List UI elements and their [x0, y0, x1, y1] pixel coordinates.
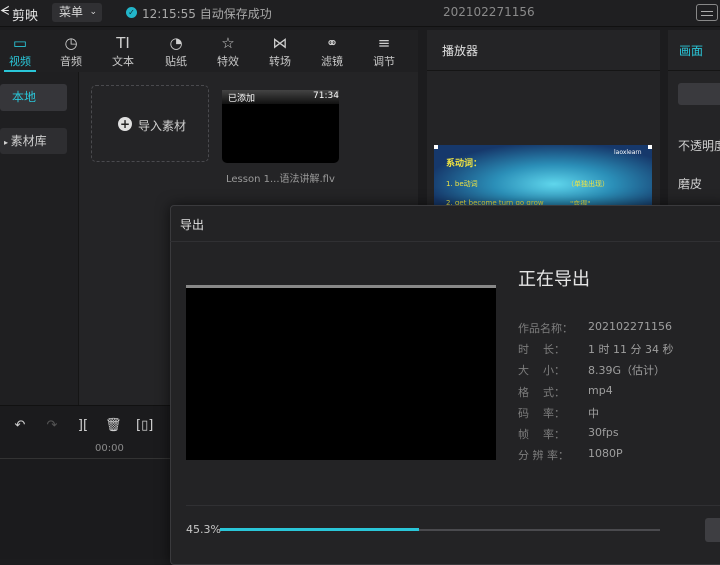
- clip-added-badge: 已添加: [228, 94, 256, 104]
- preview-line1: 1. be动词: [446, 180, 478, 188]
- preview-brand: laoxlearn: [614, 149, 642, 156]
- undo-icon[interactable]: ↶: [12, 418, 28, 434]
- effects-icon: ☆: [221, 34, 235, 52]
- tab-label: 滤镜: [321, 55, 343, 68]
- tab-text[interactable]: TI 文本: [103, 30, 143, 72]
- info-label: 码 率：: [518, 406, 565, 420]
- project-title: 202102271156: [443, 5, 535, 19]
- export-dialog-header: [170, 205, 720, 242]
- delete-icon[interactable]: 🗑: [105, 418, 122, 434]
- keyboard-shortcut-icon[interactable]: [696, 4, 718, 21]
- export-status: 正在导出: [518, 269, 590, 290]
- menu-label: 菜单: [59, 5, 84, 19]
- progress-percent: 45.3%: [186, 523, 221, 536]
- preview-line1-note: （单独出现）: [567, 180, 609, 188]
- split-icon[interactable]: ][: [75, 418, 91, 434]
- info-label: 大 小：: [518, 364, 565, 378]
- player-title: 播放器: [442, 44, 479, 58]
- clip-name: Lesson 1...语法讲解.flv: [226, 174, 335, 185]
- check-icon: ✓: [126, 7, 137, 18]
- cancel-button[interactable]: [705, 518, 720, 542]
- info-value: 202102271156: [588, 320, 672, 333]
- info-label: 格 式：: [518, 385, 565, 399]
- plus-icon: +: [118, 117, 132, 131]
- nav-library-label: 素材库: [10, 134, 47, 148]
- tab-label: 特效: [217, 55, 239, 68]
- sticker-icon: ◔: [169, 34, 183, 52]
- tab-label: 视频: [9, 55, 31, 68]
- tab-label: 文本: [112, 55, 134, 68]
- tab-label: 转场: [269, 55, 291, 68]
- autosave-status: 12:15:55 自动保存成功: [142, 7, 272, 21]
- nav-local[interactable]: 本地: [0, 84, 67, 111]
- tab-adjust[interactable]: ≡ 调节: [364, 30, 404, 72]
- tab-label: 调节: [373, 55, 395, 68]
- progress-fill: [220, 528, 420, 531]
- tab-audio[interactable]: ◷ 音频: [51, 30, 91, 72]
- video-icon: ▭: [12, 34, 28, 52]
- tab-video[interactable]: ▭ 视频: [0, 30, 40, 72]
- info-value: 中: [588, 406, 599, 420]
- export-dialog-title: 导出: [180, 218, 205, 232]
- timeline-ruler[interactable]: [0, 440, 180, 459]
- info-value: 1 时 11 分 34 秒: [588, 343, 674, 357]
- freeze-frame-icon[interactable]: [▯]: [136, 418, 153, 434]
- info-label: 帧 率：: [518, 428, 565, 441]
- clip-duration: 71:34: [313, 91, 339, 101]
- chevron-down-icon: ⌄: [89, 7, 97, 17]
- crop-handle[interactable]: [434, 145, 438, 149]
- info-label: 分 辨 率：: [518, 449, 569, 463]
- divider: [186, 505, 720, 506]
- app-name: 剪映: [12, 9, 39, 24]
- info-value: 30fps: [588, 426, 619, 439]
- tab-sticker[interactable]: ◔ 贴纸: [156, 30, 196, 72]
- side-nav: [0, 72, 79, 405]
- tab-transition[interactable]: ⋈ 转场: [260, 30, 300, 72]
- opacity-label: 不透明度: [678, 139, 720, 153]
- crop-handle[interactable]: [648, 145, 652, 149]
- tab-label: 贴纸: [165, 55, 187, 68]
- info-label: 作品名称：: [518, 322, 573, 335]
- tab-filter[interactable]: ⚭ 滤镜: [312, 30, 352, 72]
- top-bar: [0, 0, 720, 27]
- nav-library[interactable]: ▸ 素材库: [0, 128, 67, 154]
- tab-effects[interactable]: ☆ 特效: [208, 30, 248, 72]
- import-media-label: 导入素材: [138, 119, 187, 133]
- transition-icon: ⋈: [272, 34, 288, 52]
- skin-smoothing-label: 磨皮: [678, 177, 703, 191]
- info-value: 1080P: [588, 447, 623, 461]
- tab-label: 音频: [60, 55, 82, 68]
- export-preview: [186, 285, 496, 460]
- info-value: mp4: [588, 383, 613, 397]
- text-icon: TI: [116, 34, 130, 52]
- adjust-icon: ≡: [377, 34, 391, 52]
- export-preview-strip: [186, 285, 496, 288]
- preview-heading: 系动词：: [446, 159, 483, 169]
- menu-button[interactable]: 菜单 ⌄: [52, 3, 102, 22]
- info-label: 时 长：: [518, 343, 565, 357]
- properties-dropdown[interactable]: [678, 83, 720, 105]
- filter-icon: ⚭: [325, 34, 339, 52]
- app-logo-icon: ᗕ: [0, 4, 10, 19]
- info-value: 8.39G（估计）: [588, 364, 666, 378]
- audio-icon: ◷: [64, 34, 78, 52]
- timeline-time: 00:00: [95, 443, 124, 454]
- redo-icon[interactable]: ↷: [44, 418, 60, 434]
- tab-picture[interactable]: 画面: [679, 42, 703, 59]
